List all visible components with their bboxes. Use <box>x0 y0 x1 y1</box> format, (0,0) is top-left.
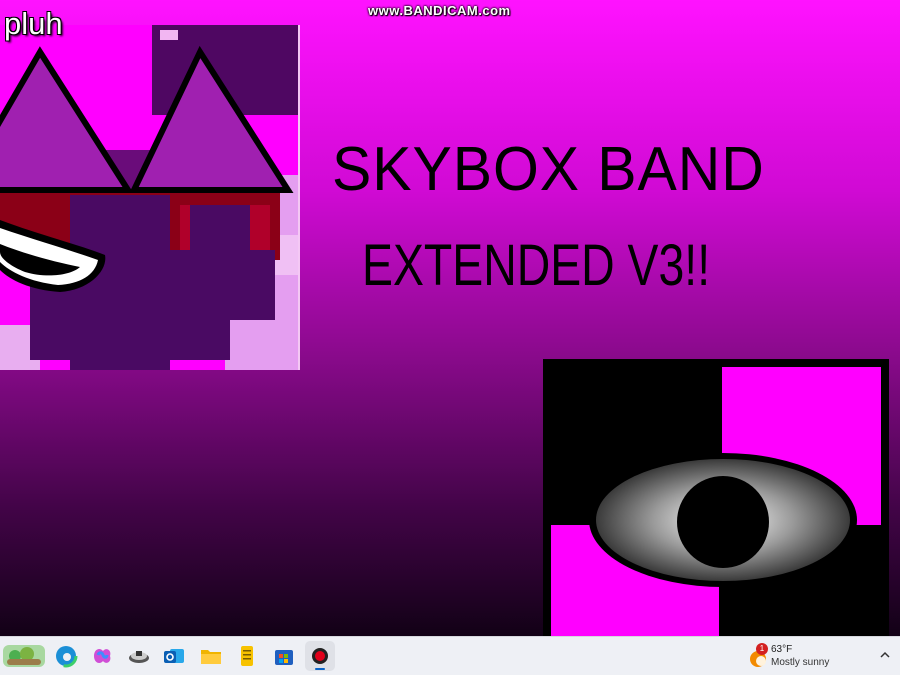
weather-condition: Mostly sunny <box>771 657 830 668</box>
notification-badge: 1 <box>756 643 768 655</box>
edge-icon[interactable] <box>53 643 79 669</box>
widgets-icon[interactable] <box>3 643 45 669</box>
skybox-character-art <box>0 25 300 370</box>
title-line-2: EXTENDED V3!! <box>362 233 711 298</box>
store-icon[interactable] <box>271 643 297 669</box>
game-icon[interactable] <box>126 643 152 669</box>
weather-widget[interactable]: 1 63°F Mostly sunny <box>748 643 868 671</box>
file-explorer-icon[interactable] <box>198 643 224 669</box>
username-label: pluh <box>4 6 63 41</box>
eye-art <box>543 359 889 636</box>
outlook-icon[interactable] <box>161 643 187 669</box>
notes-icon[interactable] <box>234 643 260 669</box>
video-frame: www.BANDICAM.com pluh SKYBOX BAND EXTEND… <box>0 0 900 636</box>
recording-watermark: www.BANDICAM.com <box>368 3 511 18</box>
copilot-icon[interactable] <box>89 643 115 669</box>
bandicam-icon[interactable] <box>305 641 335 671</box>
chevron-up-icon[interactable] <box>877 647 893 663</box>
weather-temperature: 63°F <box>771 644 793 655</box>
title-line-1: SKYBOX BAND <box>332 135 765 204</box>
taskbar: 1 63°F Mostly sunny <box>0 636 900 675</box>
